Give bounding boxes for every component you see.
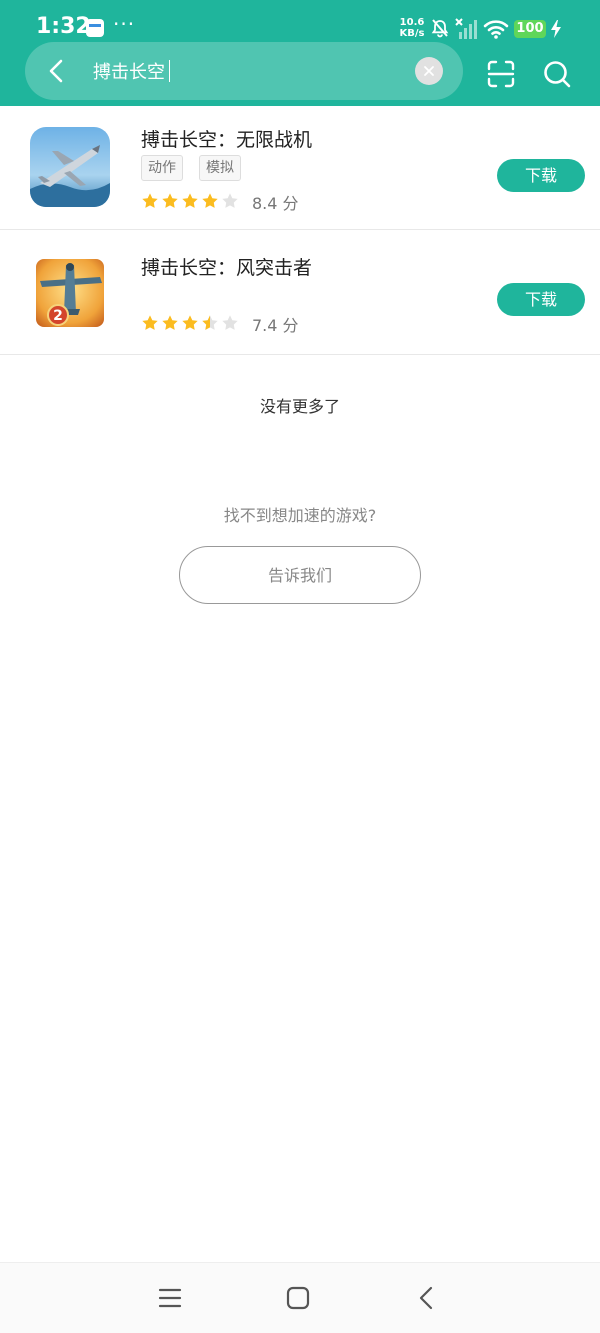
- star-icon: [182, 193, 198, 208]
- charging-icon: [551, 20, 561, 38]
- cant-find-text: 找不到想加速的游戏?: [223, 506, 377, 525]
- app-name: 搏击长空：无限战机: [141, 129, 313, 151]
- app-icon-jet: [30, 127, 110, 207]
- header: 1:32 ··· 10.6 KB/s 100: [0, 0, 600, 106]
- tell-us-button[interactable]: 告诉我们: [179, 546, 421, 604]
- star-icon: [202, 193, 218, 208]
- net-speed-unit: KB/s: [399, 28, 425, 39]
- svg-text:2: 2: [53, 308, 63, 324]
- star-icon: [142, 315, 158, 330]
- star-icon: [182, 315, 198, 330]
- no-more-text: 没有更多了: [259, 397, 340, 416]
- battery-icon: 100: [514, 20, 546, 38]
- net-speed: 10.6 KB/s: [398, 17, 426, 39]
- search-input[interactable]: [93, 58, 393, 84]
- clear-icon[interactable]: [415, 57, 443, 85]
- system-nav-bar: [0, 1262, 600, 1333]
- download-button[interactable]: 下载: [497, 159, 585, 192]
- wifi-icon: [483, 20, 509, 39]
- star-icon: [162, 193, 178, 208]
- search-icon[interactable]: [542, 59, 572, 89]
- mute-icon: [431, 19, 449, 38]
- star-empty-icon: [222, 315, 238, 330]
- signal-icon: [455, 18, 477, 39]
- rating-score: 7.4 分: [252, 316, 299, 335]
- result-item[interactable]: 2 搏击长空：风突击者 7.4 分 下载: [0, 231, 600, 355]
- download-button[interactable]: 下载: [497, 283, 585, 316]
- status-time: 1:32: [36, 14, 91, 39]
- star-half-icon: [202, 315, 218, 330]
- star-icon: [162, 315, 178, 330]
- star-icon: [142, 193, 158, 208]
- app-icon-warplane: 2: [30, 253, 110, 333]
- tag: 动作: [141, 155, 183, 181]
- rating-score: 8.4 分: [252, 194, 299, 213]
- status-bar: 1:32 ··· 10.6 KB/s 100: [0, 0, 600, 44]
- net-speed-value: 10.6: [399, 17, 425, 28]
- back-icon[interactable]: [40, 54, 74, 88]
- status-more: ···: [113, 12, 136, 36]
- back-nav-icon[interactable]: [414, 1285, 440, 1311]
- menu-icon[interactable]: [157, 1285, 183, 1311]
- result-item[interactable]: 搏击长空：无限战机 动作 模拟 8.4 分 下载: [0, 106, 600, 230]
- notification-app-icon: [86, 19, 104, 37]
- tag: 模拟: [199, 155, 241, 181]
- scan-icon[interactable]: [486, 59, 516, 89]
- star-empty-icon: [222, 193, 238, 208]
- app-name: 搏击长空：风突击者: [141, 257, 313, 279]
- text-caret: [169, 60, 170, 82]
- home-icon[interactable]: [285, 1285, 311, 1311]
